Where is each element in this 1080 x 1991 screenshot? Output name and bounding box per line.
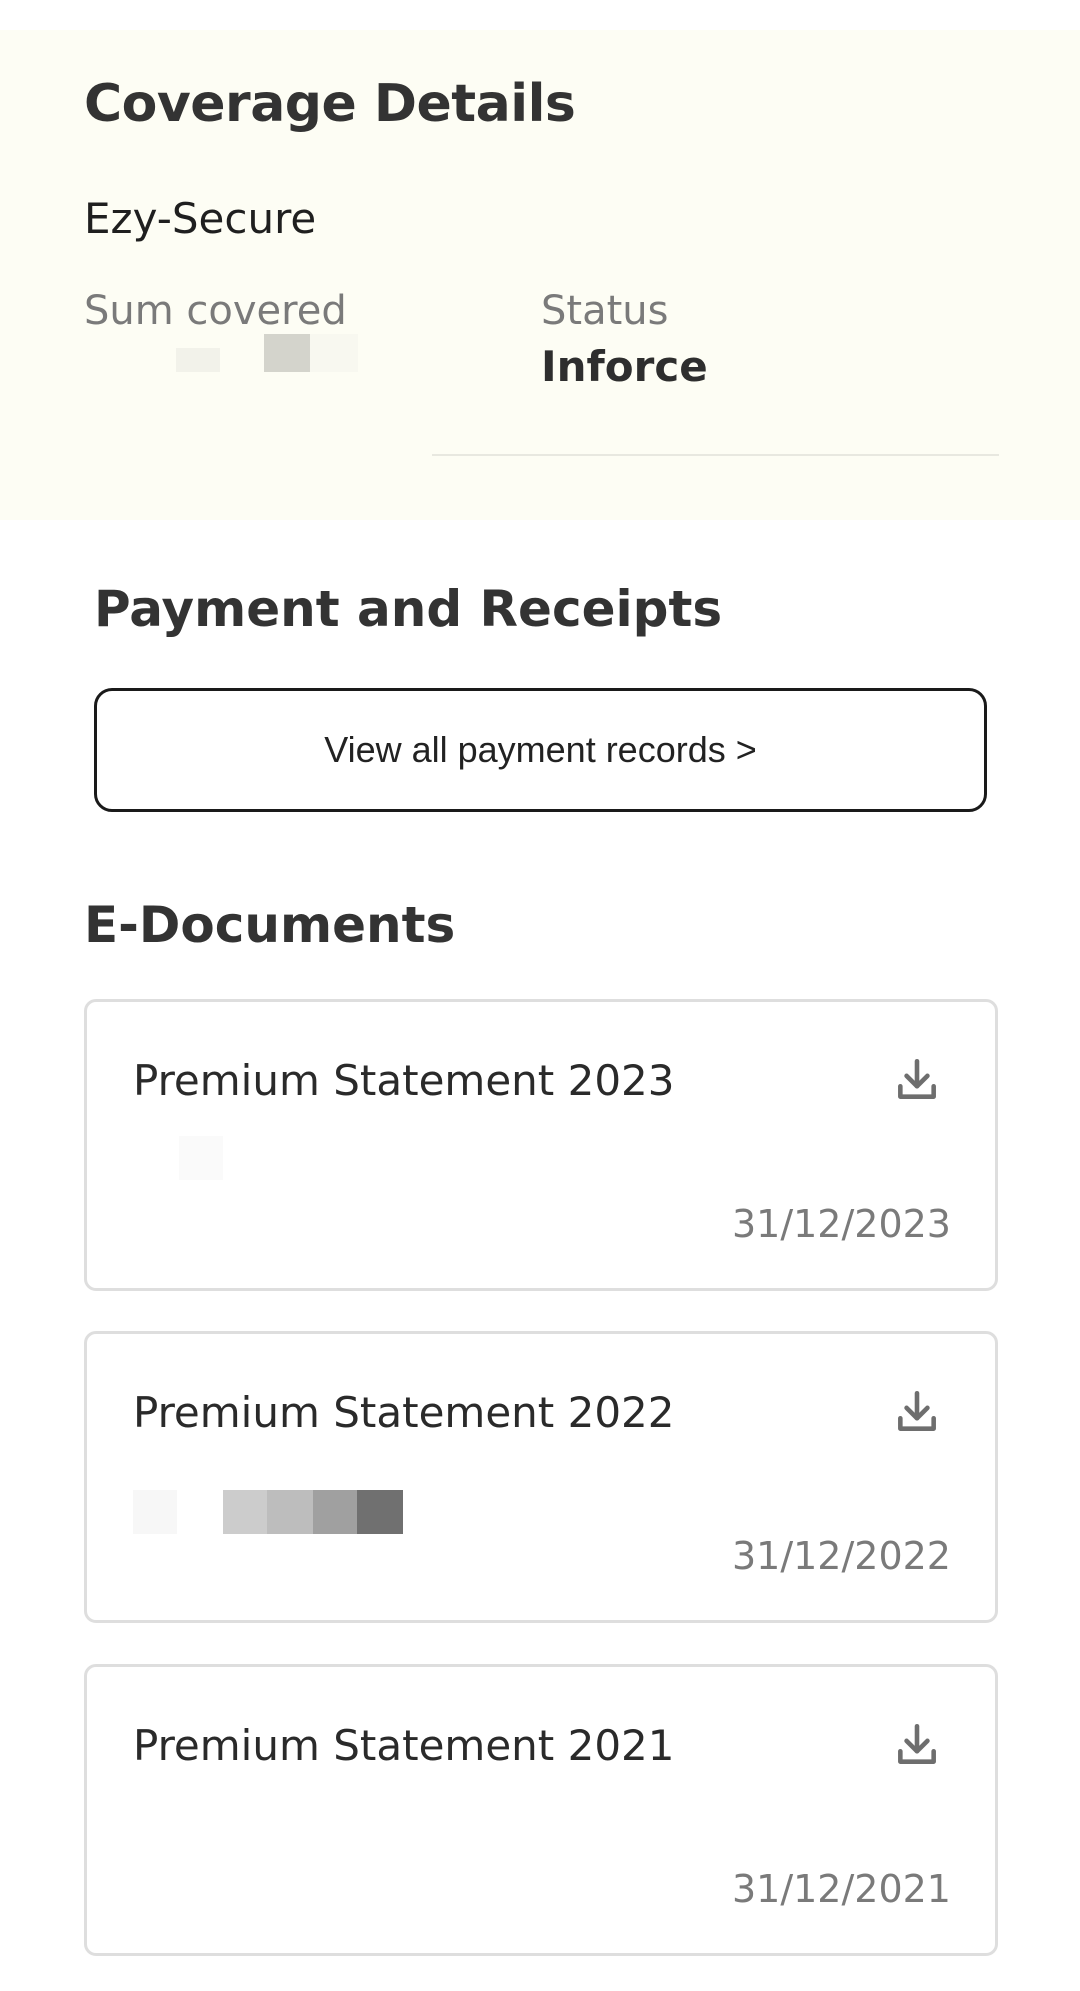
coverage-section: Coverage Details Ezy-Secure Sum covered … (0, 30, 1080, 520)
divider (432, 454, 999, 456)
redacted-block (179, 1136, 223, 1180)
document-card[interactable]: Premium Statement 2022 31/12/2022 (84, 1331, 998, 1623)
view-payment-records-button[interactable]: View all payment records > (94, 688, 987, 812)
document-name: Premium Statement 2021 (133, 1721, 675, 1770)
sum-covered-label: Sum covered (84, 288, 347, 334)
document-date: 31/12/2023 (731, 1202, 951, 1246)
status-value: Inforce (541, 342, 708, 391)
plan-name: Ezy-Secure (84, 194, 317, 243)
status-label: Status (541, 288, 669, 334)
document-name: Premium Statement 2023 (133, 1056, 675, 1105)
document-card[interactable]: Premium Statement 2021 31/12/2021 (84, 1664, 998, 1956)
edocuments-title: E-Documents (84, 896, 456, 954)
download-icon[interactable] (891, 1054, 943, 1106)
document-card[interactable]: Premium Statement 2023 31/12/2023 (84, 999, 998, 1291)
policy-details-page: Coverage Details Ezy-Secure Sum covered … (0, 0, 1080, 1991)
download-icon[interactable] (891, 1719, 943, 1771)
document-date: 31/12/2022 (731, 1534, 951, 1578)
coverage-title: Coverage Details (84, 74, 576, 134)
payment-section-title: Payment and Receipts (94, 580, 723, 638)
download-icon[interactable] (891, 1386, 943, 1438)
document-date: 31/12/2021 (731, 1867, 951, 1911)
document-name: Premium Statement 2022 (133, 1388, 675, 1437)
